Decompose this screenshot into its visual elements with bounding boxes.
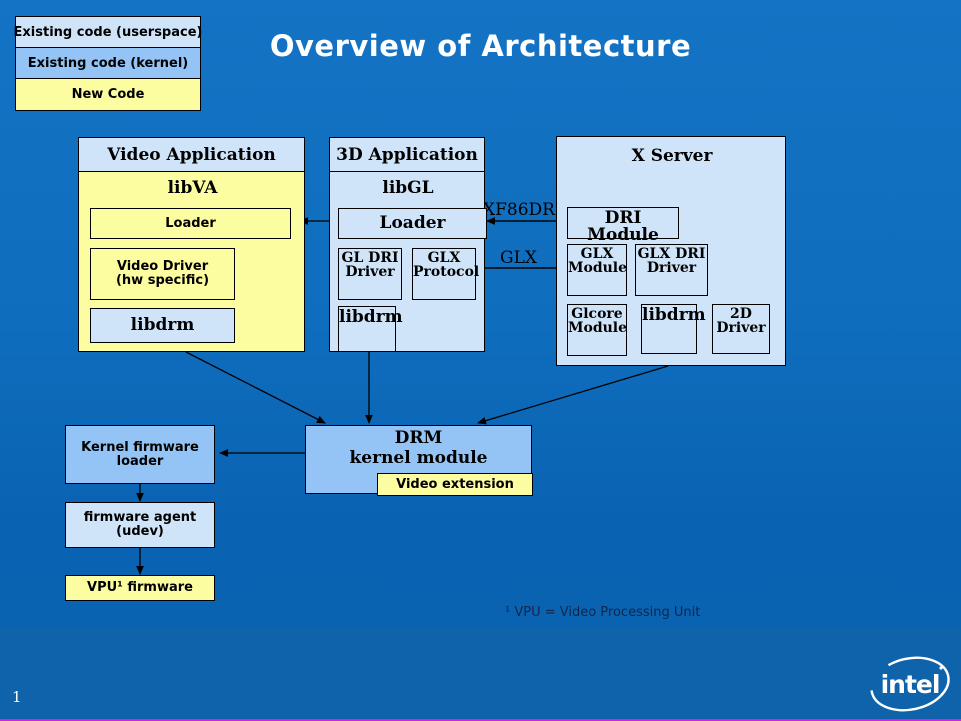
footnote-vpu: ¹ VPU = Video Processing Unit (505, 605, 701, 620)
drm-title-line2: kernel module (349, 447, 488, 468)
box-libgl-libdrm: libdrm (338, 306, 403, 352)
firmware-agent-line1: firmware agent (83, 510, 197, 526)
box-glcore-module: Glcore Module (567, 304, 627, 356)
box-2d-driver: 2D Driver (712, 304, 770, 354)
connector-label-glx: GLX (500, 248, 537, 268)
box-glx-dri-driver: GLX DRI Driver (635, 244, 708, 296)
box-dri-module: DRI Module (567, 207, 679, 244)
connector-label-xf86dri: XF86DRI (483, 200, 562, 220)
box-video-extension: Video extension (377, 473, 533, 496)
slide-canvas: Overview of Architecture Existing code (… (0, 0, 961, 721)
box-glx-protocol: GLX Protocol (412, 248, 479, 300)
box-video-driver-line2: (hw specific) (115, 273, 210, 288)
firmware-agent-line2: (udev) (116, 524, 164, 539)
box-video-driver: Video Driver (hw specific) (90, 248, 235, 300)
legend-item-new-code: New Code (16, 79, 200, 110)
box-firmware-agent-udev: firmware agent (udev) (65, 502, 215, 548)
box-glx-module: GLX Module (567, 244, 627, 296)
group-label-libgl: libGL (382, 178, 434, 199)
kernel-firmware-loader-line1: Kernel firmware (81, 439, 199, 455)
box-gl-dri-driver: GL DRI Driver (338, 248, 402, 300)
drm-title-line1: DRM (394, 428, 443, 448)
group-header-video-application: Video Application (78, 137, 305, 172)
box-kernel-firmware-loader: Kernel firmware loader (65, 425, 215, 484)
group-label-libva: libVA (167, 178, 218, 199)
group-video-application: Video Application libVA Loader Video Dri… (78, 137, 305, 352)
box-vpu-firmware: VPU¹ firmware (65, 575, 215, 601)
group-header-x-server: X Server (631, 146, 713, 167)
legend-item-label: Existing code (userspace) (13, 24, 203, 40)
group-x-server: X Server DRI Module GLX Module GLX DRI D… (556, 136, 786, 366)
svg-text:intel: intel (881, 670, 940, 699)
footer-band (0, 628, 961, 719)
box-libgl-loader: Loader (338, 208, 487, 239)
box-drm-kernel-module: DRM kernel module Video extension (305, 425, 533, 496)
group-header-3d-application: 3D Application (329, 137, 485, 172)
box-libva-libdrm: libdrm (90, 308, 235, 343)
intel-logo: intel (870, 656, 950, 712)
box-video-driver-line1: Video Driver (116, 259, 209, 275)
legend-item-label: New Code (71, 87, 145, 102)
kernel-firmware-loader-line2: loader (116, 453, 164, 469)
box-libva-loader: Loader (90, 208, 291, 239)
legend: Existing code (userspace) Existing code … (13, 16, 203, 111)
legend-item-kernel: Existing code (kernel) (16, 48, 200, 79)
box-xserver-libdrm: libdrm (641, 304, 706, 354)
legend-item-label: Existing code (kernel) (27, 55, 189, 71)
slide-number: 1 (12, 688, 22, 706)
legend-item-userspace: Existing code (userspace) (13, 17, 203, 48)
group-3d-application: 3D Application libGL Loader GL DRI Drive… (329, 137, 487, 352)
